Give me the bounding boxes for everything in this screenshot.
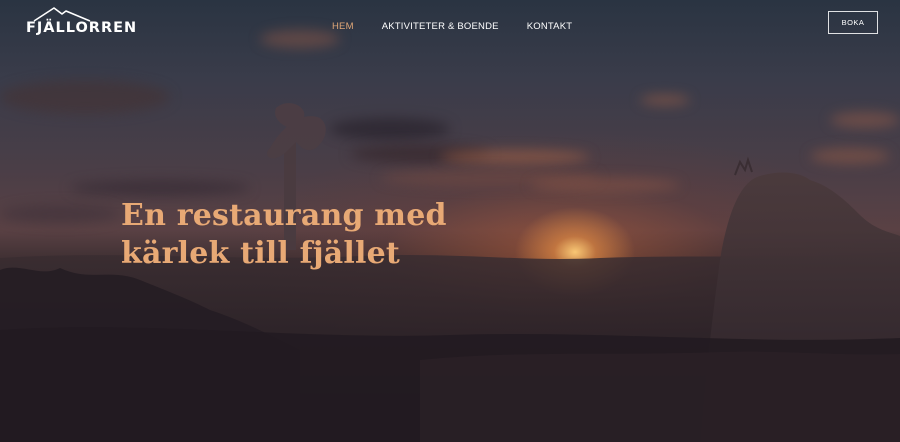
main-menu: HEM AKTIVITETER & BOENDE KONTAKT [332, 21, 572, 32]
brand-name: FJÄLLORREN [26, 20, 138, 36]
hero-headline: En restaurang med kärlek till fjället [121, 197, 447, 273]
nav-item-hem[interactable]: HEM [332, 21, 354, 32]
hero-headline-line-1: En restaurang med [121, 198, 447, 233]
nav-item-kontakt[interactable]: KONTAKT [527, 21, 573, 32]
hero-headline-line-2: kärlek till fjället [121, 236, 400, 271]
brand-logo[interactable]: FJÄLLORREN [26, 6, 136, 40]
hero-section: FJÄLLORREN HEM AKTIVITETER & BOENDE KONT… [0, 0, 900, 442]
nav-item-aktiviteter-boende[interactable]: AKTIVITETER & BOENDE [382, 21, 499, 32]
top-navigation: FJÄLLORREN HEM AKTIVITETER & BOENDE KONT… [0, 0, 900, 56]
book-button[interactable]: BOKA [828, 11, 878, 34]
